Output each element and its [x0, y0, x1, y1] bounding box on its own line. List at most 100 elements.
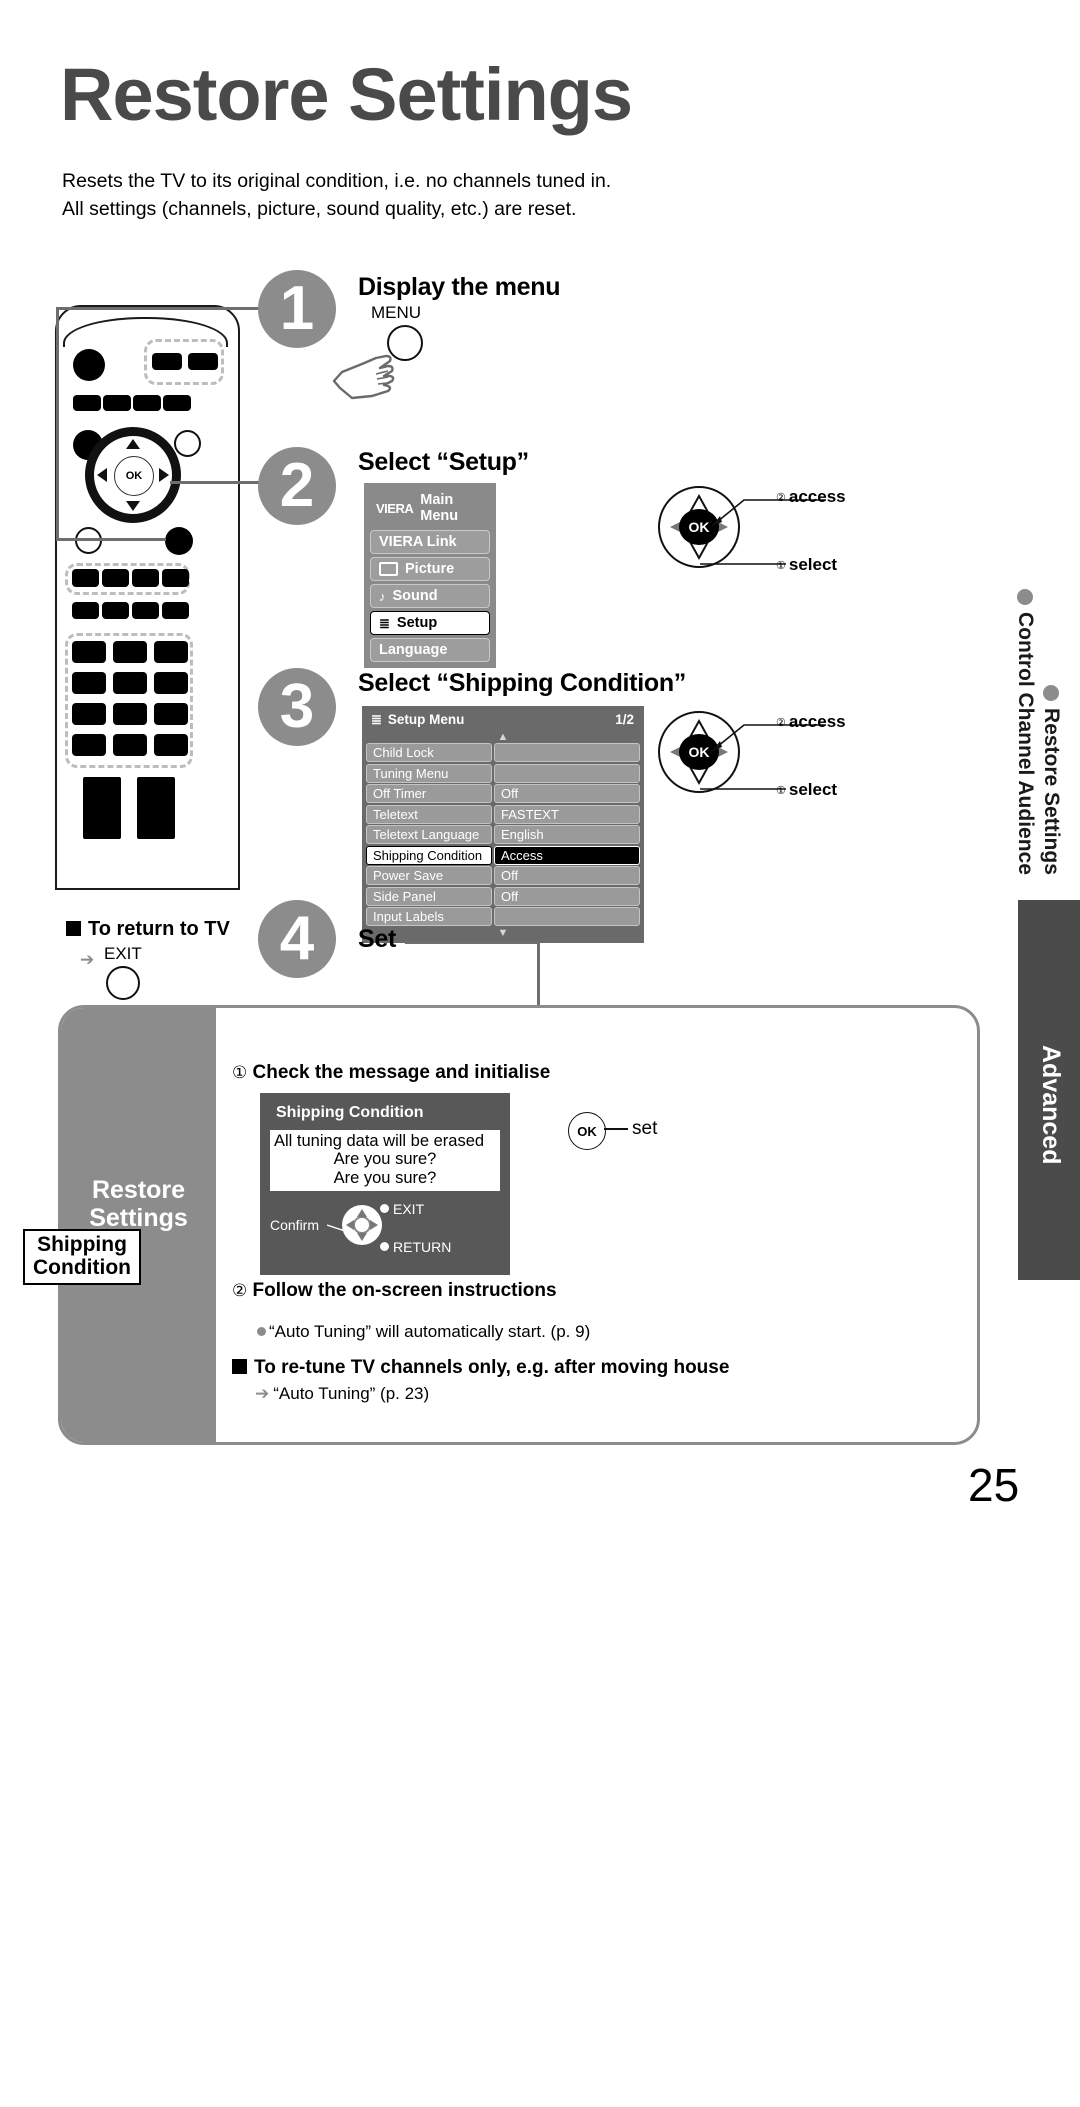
setup-row-value	[494, 763, 640, 783]
bullet-square-icon	[66, 921, 81, 936]
step-3-heading: Select “Shipping Condition”	[358, 669, 686, 697]
remote-button	[133, 395, 161, 411]
remote-number-key	[72, 672, 106, 694]
rail-bullet-dot-icon	[1017, 589, 1033, 605]
dialog-return-row: RETURN	[380, 1239, 451, 1255]
table-row[interactable]: Input Labels	[366, 907, 640, 926]
remote-button	[102, 569, 129, 587]
page-title: Restore Settings	[60, 53, 633, 136]
bullet-dot-icon	[257, 1327, 266, 1336]
viera-logo: VIERA	[376, 500, 414, 516]
substep-2-text: Follow the on-screen instructions	[252, 1280, 557, 1301]
step-2-heading: Select “Setup”	[358, 448, 529, 476]
arrow-right-icon: ➔	[80, 950, 95, 969]
table-row[interactable]: Tuning Menu	[366, 763, 640, 783]
main-menu-item-sound[interactable]: ♪ Sound	[370, 584, 490, 608]
leader-step4-horizontal	[405, 941, 540, 944]
leader-step4-vertical	[537, 941, 540, 1007]
remote-button	[103, 395, 131, 411]
remote-button	[162, 602, 189, 619]
nav-select-label: ① select	[776, 555, 837, 575]
bullet-dot-icon	[380, 1204, 389, 1214]
select-text: select	[788, 780, 838, 799]
table-row[interactable]: Child Lock	[366, 743, 640, 762]
circled-2: ②	[776, 717, 786, 729]
access-text: access	[788, 712, 846, 731]
main-menu-item-setup[interactable]: ≣ Setup	[370, 611, 490, 635]
step-4-heading: Set	[358, 925, 397, 953]
panel-title-line1: Restore	[91, 1176, 186, 1204]
dialog-nav-wheel[interactable]	[342, 1205, 382, 1246]
main-menu-panel: VIERA Main Menu VIERA Link Picture ♪ Sou…	[364, 483, 496, 668]
dialog-exit-label: EXIT	[393, 1201, 425, 1218]
list-icon: ≣	[371, 712, 382, 727]
remote-button	[132, 602, 159, 619]
remote-control-illustration: OK	[55, 305, 240, 890]
dialog-message-line1: All tuning data will be erased	[274, 1132, 485, 1150]
main-menu-item-label: Picture	[405, 561, 455, 577]
remote-button	[73, 395, 101, 411]
step-4-badge: 4	[258, 900, 336, 978]
retune-heading: To re-tune TV channels only, e.g. after …	[232, 1357, 729, 1379]
remote-power-button	[73, 349, 105, 381]
table-row[interactable]: Teletext FASTEXT	[366, 804, 640, 824]
dpad-down-icon	[126, 501, 140, 511]
dpad-right-icon	[159, 468, 169, 482]
substep-2-heading: ② Follow the on-screen instructions	[232, 1280, 557, 1302]
intro-line-1: Resets the TV to its original condition,…	[62, 170, 612, 192]
list-icon: ≣	[379, 615, 390, 631]
setup-menu-panel: ≣ Setup Menu 1/2 ▲ Child Lock Tuning Men…	[362, 706, 644, 943]
scroll-up-caret-icon[interactable]: ▲	[366, 732, 640, 743]
nav-select-label: ① select	[776, 780, 837, 800]
remote-button	[162, 569, 189, 587]
leader-bracket-bottom	[56, 538, 166, 541]
setup-row-value: English	[494, 825, 640, 844]
ok-button-icon[interactable]: OK	[568, 1112, 606, 1150]
main-menu-title-text: Main Menu	[420, 492, 459, 524]
pointing-hand-icon	[332, 354, 395, 400]
step-3-badge: 3	[258, 668, 336, 746]
remote-number-key	[113, 703, 147, 725]
main-menu-item-viera-link[interactable]: VIERA Link	[370, 530, 490, 554]
remote-number-key	[154, 672, 188, 694]
remote-ok-button[interactable]: OK	[114, 456, 154, 496]
table-row[interactable]: Side Panel Off	[366, 886, 640, 906]
table-row-shipping-condition[interactable]: Shipping Condition Access	[366, 845, 640, 865]
table-row[interactable]: Power Save Off	[366, 866, 640, 885]
scroll-down-caret-icon[interactable]: ▼	[366, 927, 640, 939]
step-1-badge: 1	[258, 270, 336, 348]
exit-button-circle[interactable]	[106, 966, 140, 1000]
remote-number-key	[72, 734, 106, 756]
step-2-badge: 2	[258, 447, 336, 525]
table-row[interactable]: Teletext Language English	[366, 825, 640, 844]
main-menu-item-picture[interactable]: Picture	[370, 557, 490, 581]
step-1-heading: Display the menu	[358, 273, 561, 301]
remote-button	[132, 569, 159, 587]
nav-wheel-step3: OK ② access ① select	[658, 703, 878, 813]
leader-bracket-lower-vertical	[56, 490, 59, 541]
table-row[interactable]: Off Timer Off	[366, 784, 640, 803]
auto-tuning-bullet-text: “Auto Tuning” will automatically start. …	[269, 1322, 591, 1341]
auto-tuning-bullet: “Auto Tuning” will automatically start. …	[257, 1322, 590, 1342]
remote-menu-button[interactable]	[174, 430, 201, 457]
main-menu-item-language[interactable]: Language	[370, 638, 490, 662]
setup-menu-title: Setup Menu	[387, 712, 465, 727]
menu-button-label: MENU	[371, 303, 422, 322]
remote-button	[188, 353, 218, 370]
setup-row-label: Child Lock	[366, 743, 492, 762]
retune-reference-text: “Auto Tuning” (p. 23)	[273, 1384, 430, 1403]
remote-number-key	[154, 641, 188, 663]
intro-line-2: All settings (channels, picture, sound q…	[62, 197, 577, 220]
dialog-nav-arrows	[346, 1209, 378, 1242]
page-number: 25	[968, 1459, 1020, 1511]
advanced-tab-label: Advanced	[1037, 1045, 1065, 1165]
setup-row-value: Off	[494, 886, 640, 906]
circled-1: ①	[776, 785, 786, 797]
setup-menu-page-indicator: 1/2	[615, 712, 634, 727]
rail-chapter-line2: Restore Settings	[1040, 708, 1063, 875]
picture-icon	[379, 562, 398, 576]
advanced-tab[interactable]: Advanced	[1018, 900, 1080, 1280]
dialog-footer: Confirm EXIT RETURN	[270, 1199, 500, 1261]
leader-step2-horizontal	[170, 481, 270, 484]
bullet-dot-icon	[380, 1242, 389, 1252]
